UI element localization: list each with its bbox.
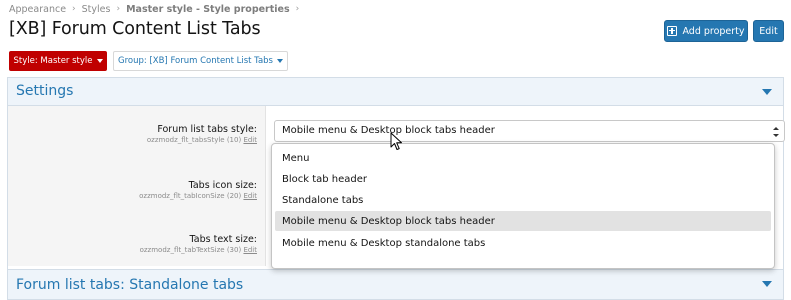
field-hint: ozzmodz_flt_tabsStyle (10) Edit (147, 136, 257, 144)
style-filter-label: Style: Master style (13, 56, 93, 66)
field-label: Tabs icon size: (188, 180, 257, 191)
edit-button[interactable]: Edit (753, 20, 784, 42)
add-property-label: Add property (682, 25, 745, 37)
tabs-style-select[interactable]: Mobile menu & Desktop block tabs header (274, 120, 785, 142)
breadcrumb: Appearance › Styles › Master style - Sty… (9, 2, 305, 16)
select-arrows-icon (773, 127, 779, 137)
breadcrumb-styles[interactable]: Styles (82, 4, 111, 15)
row-label-tabs-style: Forum list tabs style: ozzmodz_flt_tabsS… (147, 124, 257, 144)
row-label-text-size: Tabs text size: ozzmodz_flt_tabTextSize … (140, 234, 257, 254)
edit-label: Edit (759, 25, 778, 37)
add-property-button[interactable]: Add property (664, 20, 748, 42)
page-title: [XB] Forum Content List Tabs (9, 19, 261, 39)
dropdown-option[interactable]: Menu (275, 148, 771, 168)
caret-down-icon (96, 59, 103, 63)
row-label-icon-size: Tabs icon size: ozzmodz_flt_tabIconSize … (139, 180, 257, 200)
select-value: Mobile menu & Desktop block tabs header (282, 125, 495, 136)
standalone-tabs-header[interactable]: Forum list tabs: Standalone tabs (8, 269, 783, 299)
dropdown-option[interactable]: Standalone tabs (275, 190, 771, 210)
collapse-toggle-icon[interactable] (762, 281, 772, 287)
plus-square-icon (667, 26, 678, 36)
field-hint: ozzmodz_flt_tabTextSize (30) Edit (140, 246, 257, 254)
tabs-style-dropdown: Menu Block tab header Standalone tabs Mo… (271, 143, 775, 269)
dropdown-option-highlighted[interactable]: Mobile menu & Desktop block tabs header (275, 211, 771, 231)
dropdown-option[interactable]: Mobile menu & Desktop standalone tabs (275, 233, 771, 253)
label-column: Forum list tabs style: ozzmodz_flt_tabsS… (8, 106, 266, 266)
dropdown-option[interactable]: Block tab header (275, 169, 771, 189)
property-name: ozzmodz_flt_tabsStyle (10) (146, 136, 242, 144)
group-filter-label: Group: [XB] Forum Content List Tabs (118, 56, 273, 66)
edit-link[interactable]: Edit (243, 246, 257, 254)
field-label: Forum list tabs style: (157, 124, 257, 135)
settings-header[interactable]: Settings (8, 78, 783, 106)
style-filter-button[interactable]: Style: Master style (9, 51, 107, 71)
caret-down-icon (276, 59, 283, 63)
collapse-toggle-icon[interactable] (762, 89, 772, 95)
settings-title: Settings (16, 83, 74, 99)
chevron-right-icon: › (72, 4, 76, 14)
page: Appearance › Styles › Master style - Sty… (0, 0, 791, 300)
edit-link[interactable]: Edit (243, 136, 257, 144)
property-name: ozzmodz_flt_tabIconSize (20) (139, 192, 242, 200)
field-hint: ozzmodz_flt_tabIconSize (20) Edit (139, 192, 257, 200)
mouse-cursor-icon (390, 132, 402, 150)
field-label: Tabs text size: (189, 234, 257, 245)
breadcrumb-style-properties[interactable]: Master style - Style properties (126, 4, 290, 15)
chevron-right-icon: › (295, 4, 300, 14)
standalone-tabs-title: Forum list tabs: Standalone tabs (16, 277, 244, 293)
breadcrumb-appearance[interactable]: Appearance (9, 4, 66, 15)
group-filter-button[interactable]: Group: [XB] Forum Content List Tabs (113, 51, 288, 71)
property-name: ozzmodz_flt_tabTextSize (30) (139, 246, 242, 254)
edit-link[interactable]: Edit (243, 192, 257, 200)
chevron-right-icon: › (116, 4, 121, 14)
